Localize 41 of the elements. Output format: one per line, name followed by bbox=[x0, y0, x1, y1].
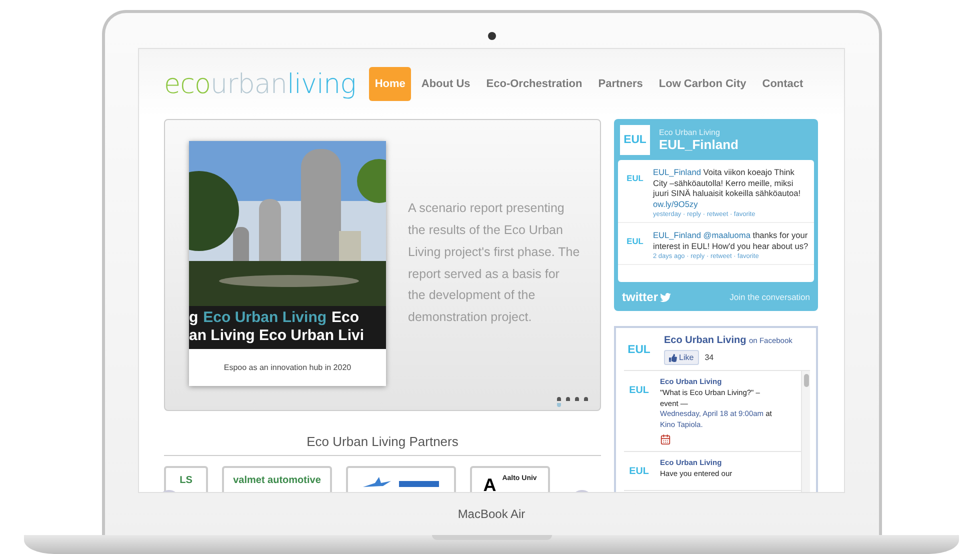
tweet-text: EUL_Finland @maaluoma thanks for your interest in EUL! How'd you hear about us? bbox=[653, 230, 810, 251]
avatar[interactable]: EUL bbox=[620, 125, 650, 155]
nav-link[interactable]: Low Carbon City bbox=[652, 67, 752, 101]
like-count: 34 bbox=[704, 353, 714, 362]
cover-title-text: an Living Eco Urban Livi bbox=[189, 327, 364, 345]
like-button[interactable]: Like bbox=[664, 350, 699, 365]
link[interactable]: EUL_Finland bbox=[653, 230, 701, 240]
cover-title-text: g bbox=[189, 309, 198, 327]
nav-link[interactable]: Partners bbox=[592, 67, 649, 101]
scrollbar[interactable] bbox=[801, 371, 810, 492]
partner-logo-text: valmet automotive bbox=[233, 475, 321, 486]
twitter-logo[interactable]: twitter bbox=[622, 290, 671, 304]
wing-logo-icon bbox=[361, 475, 441, 489]
partner-logo-card[interactable]: LS bbox=[164, 466, 208, 492]
partner-logo-text: LS bbox=[180, 475, 192, 486]
link[interactable]: EUL_Finland bbox=[653, 167, 701, 177]
link[interactable]: @maaluoma bbox=[703, 230, 750, 240]
logo-word: urban bbox=[210, 68, 287, 100]
nav-link[interactable]: Home bbox=[368, 67, 412, 101]
logo-word: living bbox=[287, 68, 356, 100]
partners-heading: Eco Urban Living Partners bbox=[164, 434, 601, 456]
link[interactable]: ow.ly/9O5zy bbox=[653, 198, 698, 208]
laptop-brand-label: MacBook Air bbox=[458, 507, 526, 521]
nav-link[interactable]: Eco-Orchestration bbox=[480, 67, 588, 101]
report-cover[interactable]: g Eco Urban Living Eco an Living Eco Urban Livi Espoo as an innovation hub in 2020 bbox=[189, 141, 386, 386]
logo-word: eco bbox=[164, 68, 210, 100]
camera-icon bbox=[488, 32, 496, 40]
slide-description: A scenario report presenting the results of the Eco Urban Living project's first phase. The report served as a basis for the development of the demonstration project. bbox=[408, 200, 580, 326]
cover-title-text: Eco bbox=[332, 309, 360, 327]
bird-icon bbox=[660, 292, 671, 302]
account-handle[interactable]: EUL_Finland bbox=[659, 137, 738, 152]
partner-logo-card[interactable]: valmet automotive bbox=[222, 466, 332, 492]
nav-link[interactable]: About Us bbox=[415, 67, 476, 101]
partner-logo-mark: A bbox=[483, 475, 496, 492]
cover-title-text: Eco Urban Living bbox=[203, 309, 327, 327]
cover-caption: Espoo as an innovation hub in 2020 bbox=[222, 362, 352, 374]
nav-link[interactable]: Contact bbox=[756, 67, 810, 101]
tweet-text: EUL_Finland Voita viikon koeajo Think City –sähköautolla! Kerro meille, miksi juuri SINÄ haluaisit kokeilla sähköautoa! ow.ly/9O5zy bbox=[653, 167, 802, 209]
site-logo[interactable]: ecourbanliving bbox=[164, 68, 356, 100]
thumbs-up-icon bbox=[669, 354, 677, 362]
account-name: Eco Urban Living bbox=[659, 128, 721, 137]
